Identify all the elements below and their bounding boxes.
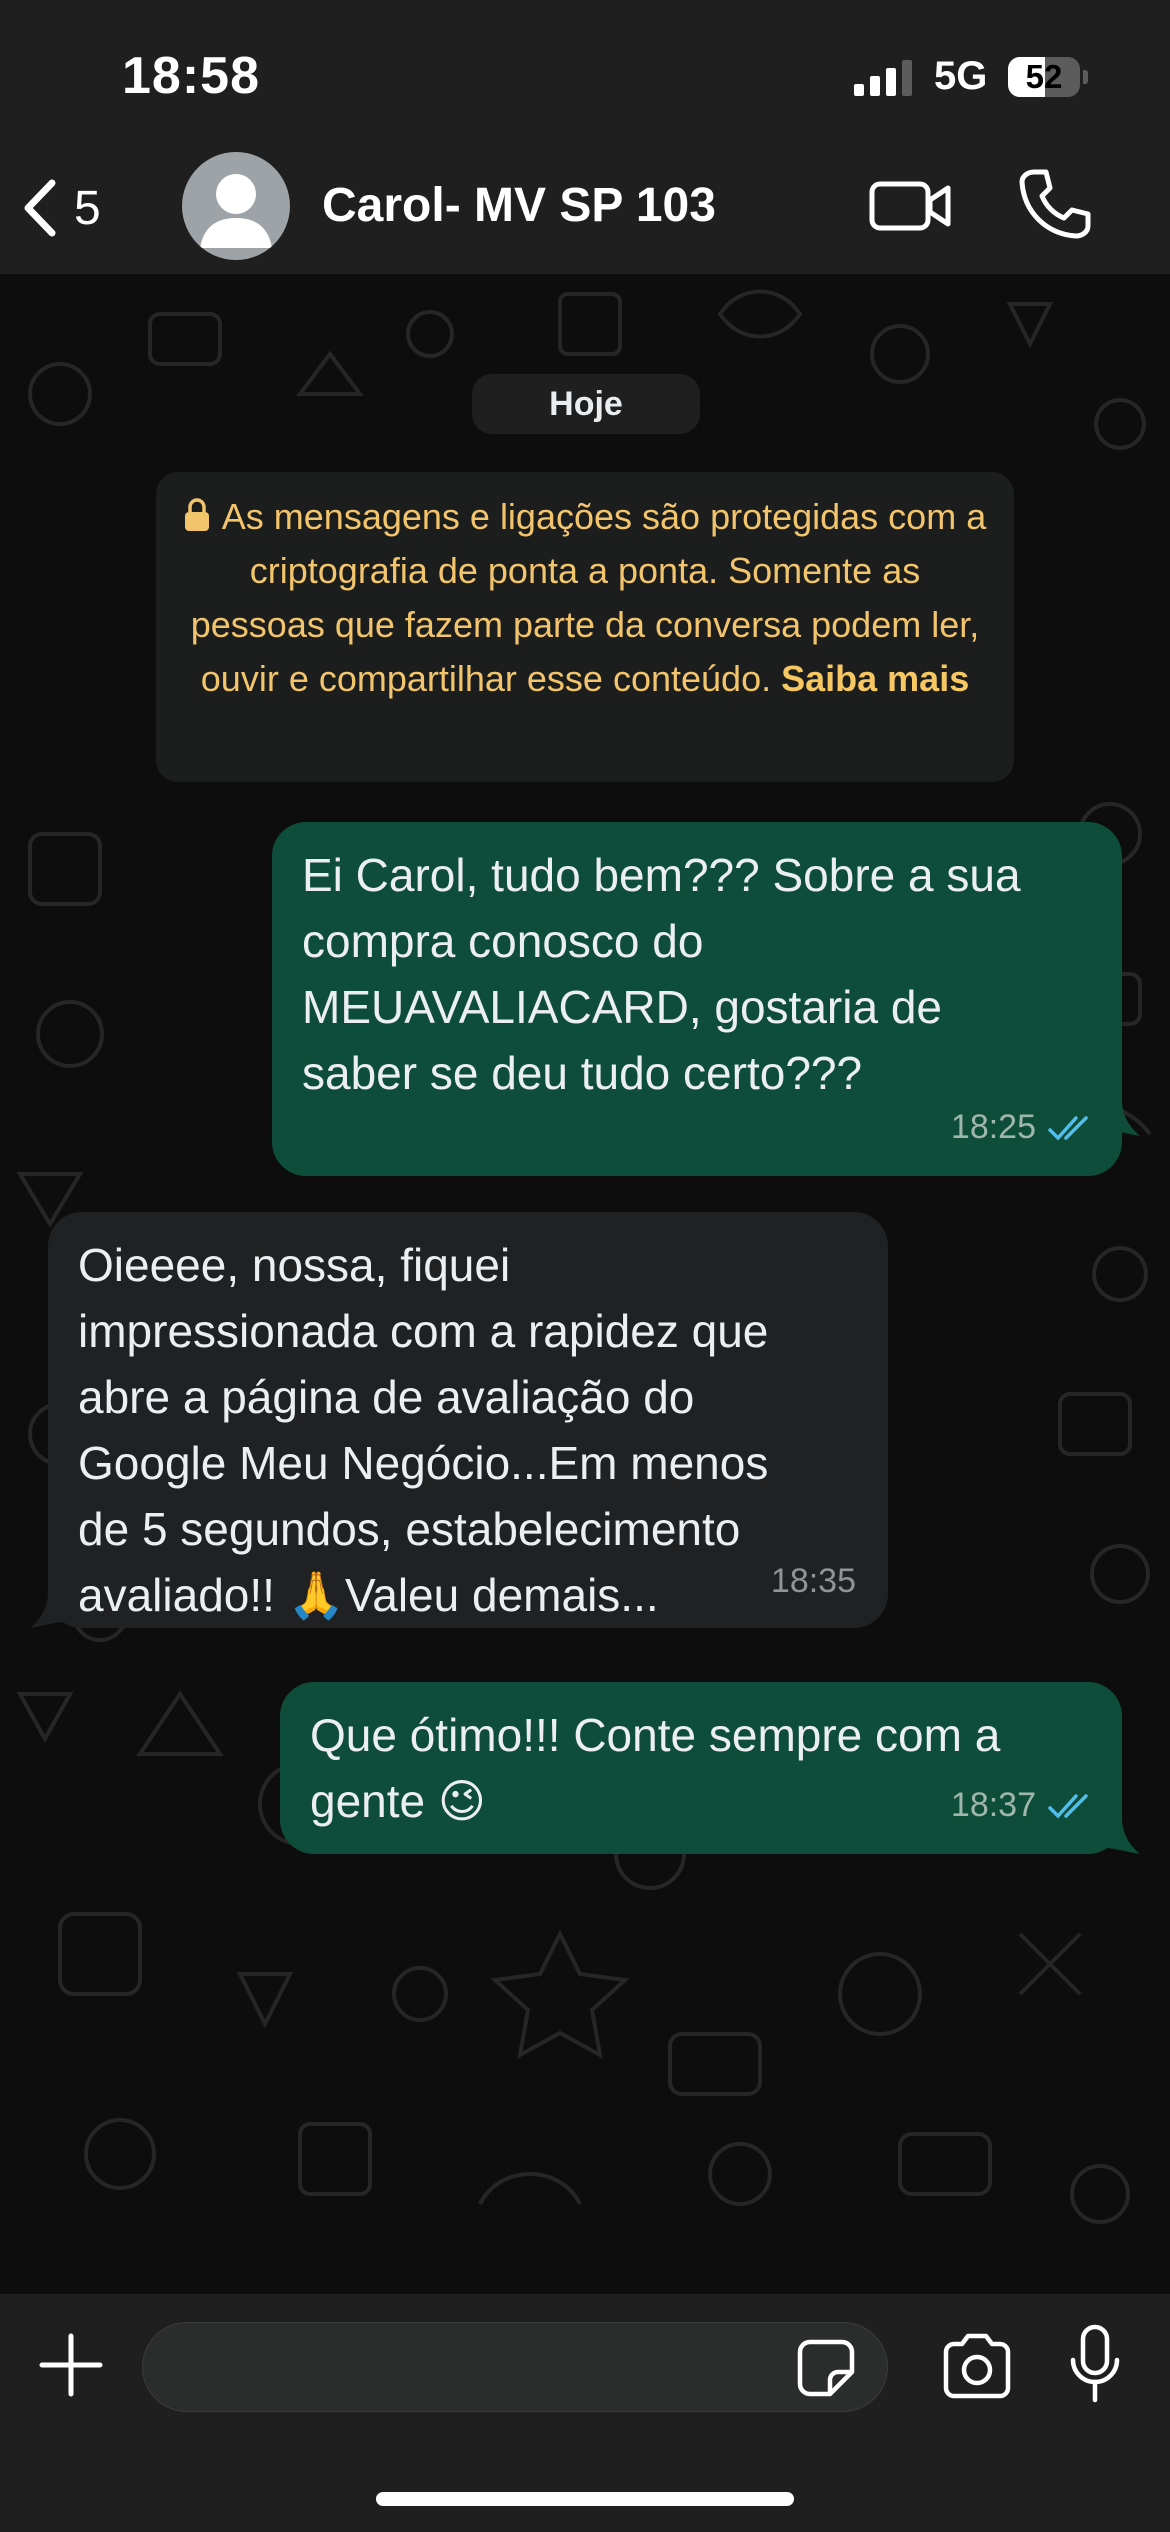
chat-header: 5 Carol- MV SP 103	[0, 148, 1170, 274]
status-time: 18:58	[122, 47, 260, 105]
contact-name[interactable]: Carol- MV SP 103	[322, 178, 716, 233]
message-line: Google Meu Negócio...Em menos	[78, 1437, 769, 1489]
contact-avatar[interactable]	[182, 152, 290, 260]
camera-icon[interactable]	[940, 2330, 1014, 2402]
message-line: abre a página de avaliação do	[78, 1371, 695, 1423]
chevron-left-icon	[24, 179, 56, 237]
message-text: gente	[310, 1775, 438, 1827]
message-time: 18:37	[950, 1786, 1036, 1824]
network-type: 5G	[934, 54, 988, 98]
date-chip: Hoje	[472, 374, 700, 434]
chat-area[interactable]: Hoje As mensagens e ligações são protegi…	[0, 274, 1170, 2294]
message-line: impressionada com a rapidez que	[78, 1305, 769, 1357]
outgoing-message[interactable]: Ei Carol, tudo bem??? Sobre a sua compra…	[272, 822, 1122, 1176]
status-bar: 18:58 5G 52	[0, 0, 1170, 148]
message-line-last: avaliado!! 🙏Valeu demais...	[78, 1562, 858, 1628]
back-button[interactable]: 5	[20, 168, 130, 248]
winking-face-emoji: 😉	[437, 1775, 486, 1827]
message-text: avaliado!!	[78, 1569, 288, 1621]
home-indicator[interactable]	[376, 2492, 794, 2506]
microphone-icon[interactable]	[1068, 2324, 1122, 2404]
message-meta: 18:25	[951, 1094, 1094, 1160]
outgoing-message[interactable]: Que ótimo!!! Conte sempre com a gente 😉 …	[280, 1682, 1122, 1854]
lock-icon	[184, 498, 209, 531]
incoming-message[interactable]: Oieeee, nossa, fiquei impressionada com …	[48, 1212, 888, 1628]
signal-strength-icon	[854, 60, 912, 96]
video-call-icon[interactable]	[868, 172, 952, 238]
composer-bar	[0, 2294, 1170, 2532]
message-time: 18:25	[950, 1108, 1036, 1146]
message-input[interactable]	[142, 2322, 888, 2412]
message-line: de 5 segundos, estabelecimento	[78, 1503, 741, 1555]
message-line: Que ótimo!!! Conte sempre com a	[310, 1709, 1001, 1761]
message-text: Valeu demais...	[344, 1569, 659, 1621]
unread-count: 5	[74, 181, 101, 235]
message-line: Ei Carol, tudo bem??? Sobre a sua	[302, 849, 1021, 901]
person-icon	[200, 174, 272, 248]
message-time: 18:35	[770, 1562, 856, 1600]
message-line: compra conosco do	[302, 915, 704, 967]
plus-icon[interactable]	[38, 2332, 104, 2398]
praying-hands-emoji: 🙏	[287, 1569, 345, 1621]
read-receipt-icon	[1048, 1116, 1088, 1141]
battery-icon: 52	[1008, 57, 1088, 97]
message-line: Oieeee, nossa, fiquei	[78, 1239, 511, 1291]
message-line: MEUAVALIACARD, gostaria de	[302, 981, 942, 1033]
sticker-icon[interactable]	[796, 2338, 856, 2398]
read-receipt-icon	[1048, 1794, 1088, 1819]
encryption-notice[interactable]: As mensagens e ligações são protegidas c…	[156, 472, 1014, 782]
phone-call-icon[interactable]	[1016, 166, 1094, 242]
battery-level: 52	[1025, 58, 1063, 95]
learn-more-link[interactable]: Saiba mais	[781, 658, 969, 699]
message-meta: 18:37	[951, 1772, 1094, 1838]
